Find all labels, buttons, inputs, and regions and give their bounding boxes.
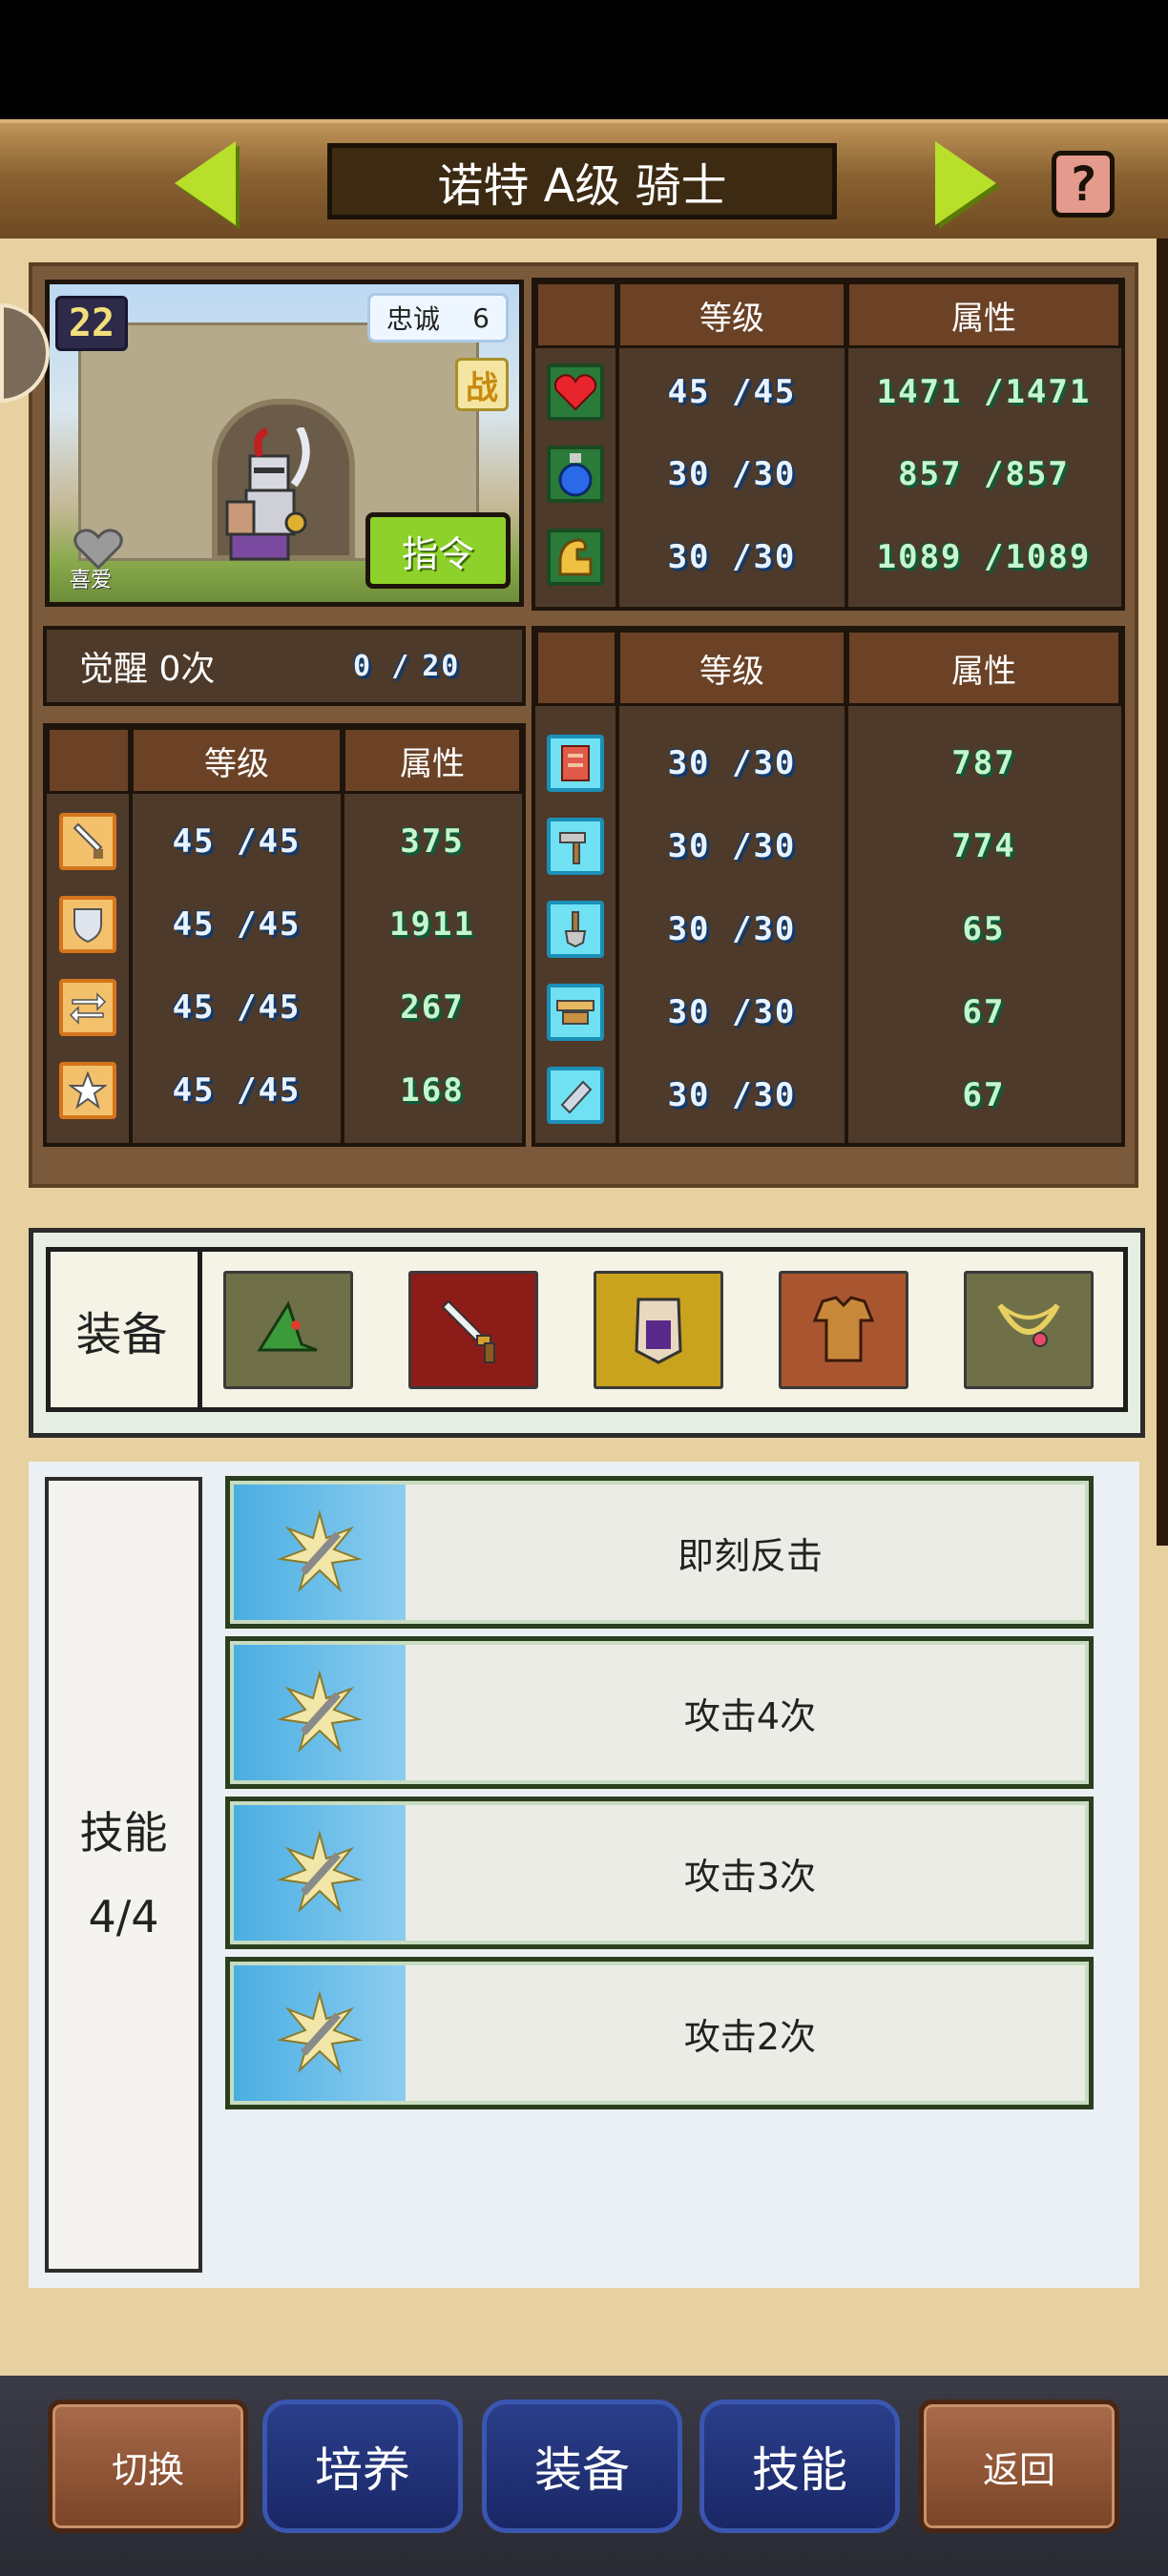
necklace-icon xyxy=(997,1303,1060,1347)
shovel-icon xyxy=(547,901,604,958)
equip-slot-cape[interactable] xyxy=(594,1271,723,1389)
attack-level: 45 /45 xyxy=(172,822,302,861)
hammer-icon xyxy=(547,818,604,875)
star-icon xyxy=(59,1062,116,1119)
loyalty-value: 6 xyxy=(472,301,490,334)
main-stats-panel: 等级 属性 45 /45 1471 /1471 30 /30 857 /857 … xyxy=(532,278,1125,611)
hp-level: 45 /45 xyxy=(667,373,797,411)
work-value-4: 67 xyxy=(962,993,1006,1031)
skill-sword-burst-icon xyxy=(234,1965,406,2101)
defense-value: 1911 xyxy=(389,905,475,944)
skills-label-box: 技能 4/4 xyxy=(45,1477,202,2273)
speed-arrows-icon xyxy=(59,979,116,1036)
skill-sword-burst-icon xyxy=(234,1485,406,1620)
skill-sword-burst-icon xyxy=(234,1805,406,1941)
work-value-5: 67 xyxy=(962,1076,1006,1114)
combat-header-blank xyxy=(47,727,131,794)
equip-slot-weapon[interactable] xyxy=(408,1271,538,1389)
work-header-value: 属性 xyxy=(846,630,1121,706)
main-stats-header-blank xyxy=(535,281,617,348)
back-button[interactable]: 返回 xyxy=(919,2399,1119,2533)
skill-name-3: 攻击3次 xyxy=(683,1855,817,1898)
awaken-progress: 0 / xyxy=(353,649,411,683)
sword-icon xyxy=(59,813,116,870)
work-level-1: 30 /30 xyxy=(667,744,797,782)
work-value-1: 787 xyxy=(951,744,1016,782)
knight-sprite xyxy=(225,427,310,561)
equip-slot-accessory[interactable] xyxy=(964,1271,1094,1389)
next-hero-arrow-icon[interactable] xyxy=(935,141,996,225)
shield-icon xyxy=(59,896,116,953)
skill-name-4: 攻击2次 xyxy=(683,2015,817,2058)
switch-button[interactable]: 切换 xyxy=(48,2399,248,2533)
defense-level: 45 /45 xyxy=(172,905,302,944)
tray-icon xyxy=(547,984,604,1041)
equip-button[interactable]: 装备 xyxy=(482,2399,682,2533)
work-level-2: 30 /30 xyxy=(667,827,797,865)
battle-badge[interactable]: 战 xyxy=(455,358,509,411)
equip-slot-armor[interactable] xyxy=(779,1271,908,1389)
hero-title: 诺特 A级 骑士 xyxy=(327,143,837,219)
book-icon xyxy=(547,735,604,792)
mp-value: 857 /857 xyxy=(898,455,1070,493)
speed-value: 267 xyxy=(400,988,465,1027)
skills-count: 4/4 xyxy=(88,1891,159,1942)
cape-icon xyxy=(635,1298,682,1364)
mp-level: 30 /30 xyxy=(667,455,797,493)
equip-slot-hat[interactable] xyxy=(223,1271,353,1389)
work-value-2: 774 xyxy=(951,827,1016,865)
skill-slot-2[interactable]: 攻击4次 xyxy=(225,1636,1094,1789)
work-value-3: 65 xyxy=(962,910,1006,948)
main-stats-header-level: 等级 xyxy=(617,281,846,348)
skill-slot-3[interactable]: 攻击3次 xyxy=(225,1797,1094,1949)
skill-slot-1[interactable]: 即刻反击 xyxy=(225,1476,1094,1629)
stamina-value: 1089 /1089 xyxy=(876,538,1092,576)
stamina-level: 30 /30 xyxy=(667,538,797,576)
dagger-icon xyxy=(441,1299,495,1363)
luck-level: 45 /45 xyxy=(172,1071,302,1110)
awaken-max: 20 xyxy=(422,649,461,683)
combat-stats-panel: 等级 属性 45 /45 375 45 /45 1911 45 /45 267 … xyxy=(43,723,526,1147)
work-stats-panel: 等级 属性 30 /30 787 30 /30 774 30 /30 65 30… xyxy=(532,626,1125,1147)
main-stats-header-value: 属性 xyxy=(846,281,1121,348)
work-header-blank xyxy=(535,630,617,706)
muscle-icon xyxy=(547,529,604,586)
skill-sword-burst-icon xyxy=(234,1645,406,1780)
work-level-4: 30 /30 xyxy=(667,993,797,1031)
speed-level: 45 /45 xyxy=(172,988,302,1027)
command-button[interactable]: 指令 xyxy=(365,512,511,589)
skill-slot-4[interactable]: 攻击2次 xyxy=(225,1957,1094,2109)
like-label: 喜爱 xyxy=(70,569,113,592)
hp-value: 1471 /1471 xyxy=(876,373,1092,411)
right-edge-divider xyxy=(1157,239,1168,1546)
work-header-level: 等级 xyxy=(617,630,846,706)
leather-armor-icon xyxy=(812,1296,875,1362)
skills-button[interactable]: 技能 xyxy=(699,2399,900,2533)
heart-icon xyxy=(547,364,604,421)
attack-value: 375 xyxy=(400,822,465,861)
skill-name-1: 即刻反击 xyxy=(677,1534,823,1577)
train-button[interactable]: 培养 xyxy=(262,2399,463,2533)
help-button[interactable]: ? xyxy=(1052,151,1115,218)
hero-level-badge: 22 xyxy=(55,296,128,351)
equipment-label: 装备 xyxy=(46,1247,202,1412)
luck-value: 168 xyxy=(400,1071,465,1110)
skill-name-2: 攻击4次 xyxy=(683,1694,817,1737)
combat-header-value: 属性 xyxy=(343,727,522,794)
awaken-count: 0 / 20 xyxy=(353,630,460,702)
combat-header-level: 等级 xyxy=(131,727,343,794)
prev-hero-arrow-icon[interactable] xyxy=(175,141,236,225)
green-hat-icon xyxy=(257,1300,318,1352)
loyalty-label: 忠诚 xyxy=(386,303,441,335)
work-level-3: 30 /30 xyxy=(667,910,797,948)
work-level-5: 30 /30 xyxy=(667,1076,797,1114)
potion-icon xyxy=(547,446,604,503)
skills-label: 技能 xyxy=(79,1807,168,1859)
whetstone-icon xyxy=(547,1067,604,1124)
loyalty-badge: 忠诚 6 xyxy=(367,293,509,343)
